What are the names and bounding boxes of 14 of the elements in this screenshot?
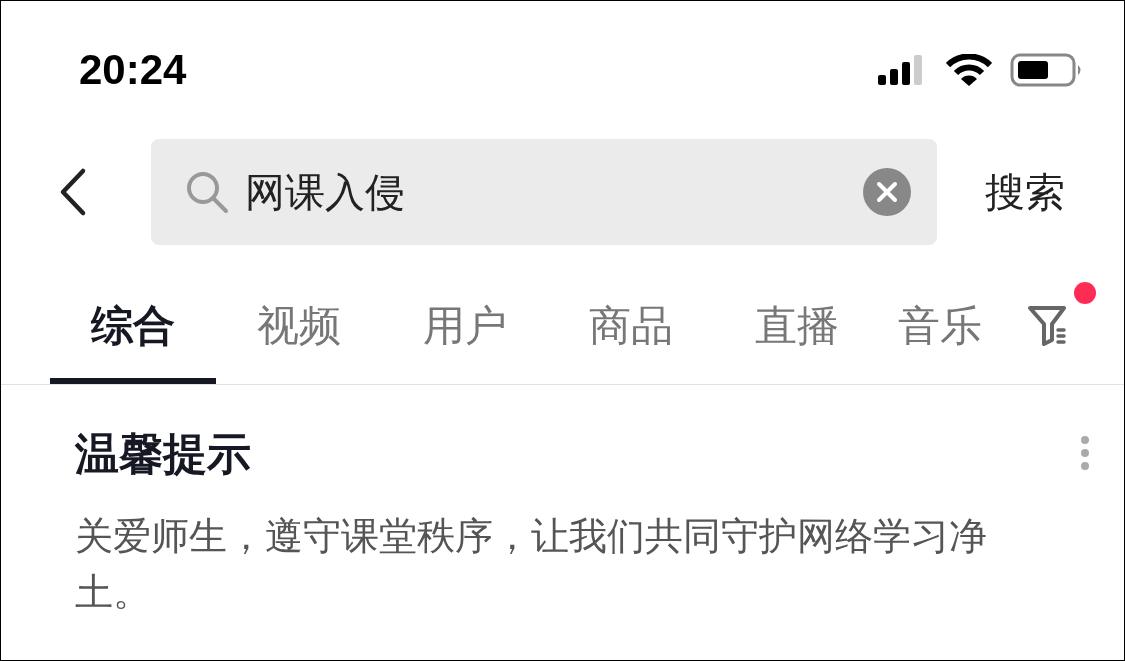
search-field[interactable]: 网课入侵 (151, 139, 937, 245)
tab[interactable]: 视频 (216, 279, 382, 384)
tab[interactable]: 商品 (548, 279, 714, 384)
clear-icon[interactable] (863, 168, 911, 216)
notice-text: 关爱师生，遵守课堂秩序，让我们共同守护网络学习净土。 (75, 513, 988, 616)
tab[interactable]: 用户 (382, 279, 548, 384)
tab[interactable]: 音乐 (880, 279, 1000, 384)
tab[interactable]: 综合 (50, 279, 216, 384)
notice-title: 温馨提示 (75, 427, 251, 481)
tab[interactable]: 直播 (714, 279, 880, 384)
search-button[interactable]: 搜索 (985, 164, 1065, 220)
status-time: 20:24 (79, 45, 187, 95)
wifi-icon (946, 54, 992, 86)
search-input[interactable]: 网课入侵 (245, 169, 849, 215)
